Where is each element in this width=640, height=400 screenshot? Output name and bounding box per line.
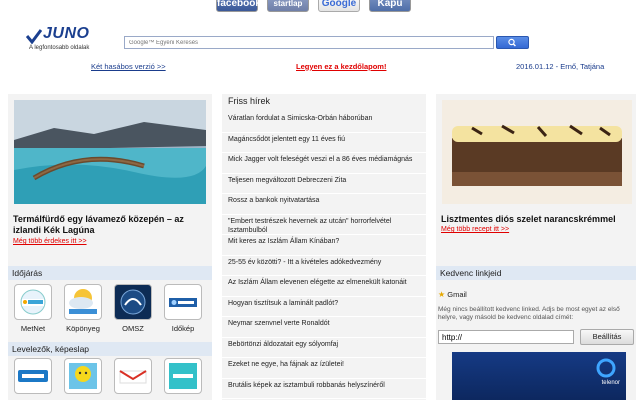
date-names-text: 2016.01.12 - Ernő, Tatjána bbox=[516, 62, 605, 71]
recipe-title[interactable]: Lisztmentes diós szelet narancskrémmel bbox=[441, 214, 633, 225]
recipe-more-link[interactable]: Még több recept itt >> bbox=[441, 226, 509, 233]
gmail-tile[interactable] bbox=[114, 358, 152, 394]
right-column: Lisztmentes diós szelet narancskrémmel M… bbox=[436, 94, 636, 400]
news-item[interactable]: Hogyan tisztítsuk a laminált padlót? bbox=[222, 297, 426, 317]
startlap-shortcut-button[interactable]: startlap bbox=[267, 0, 309, 12]
indamail-tile[interactable] bbox=[164, 358, 202, 394]
kapu-shortcut-button[interactable]: Kapu bbox=[369, 0, 411, 12]
left-column: Termálfürdő egy lávamező közepén – az iz… bbox=[8, 94, 212, 400]
weather-tiles: MetNet Köpönyeg OMSZ Időkép bbox=[12, 284, 208, 340]
news-item[interactable]: Bebörtönzi áldozatait egy sólyomfaj bbox=[222, 338, 426, 358]
kopenyeg-logo-icon bbox=[69, 289, 97, 314]
gmail-logo-icon bbox=[119, 370, 147, 384]
mail-character-tile[interactable] bbox=[64, 358, 102, 394]
feature-title[interactable]: Termálfürdő egy lávamező közepén – az iz… bbox=[13, 214, 209, 236]
metnet-label: MetNet bbox=[20, 324, 46, 333]
facebook-shortcut-button[interactable]: facebook bbox=[216, 0, 261, 12]
logo-tagline: A legfontosabb oldalak bbox=[29, 45, 90, 51]
news-header: Friss hírek bbox=[228, 96, 271, 106]
idokep-logo-icon bbox=[169, 298, 197, 307]
previous-version-link[interactable]: Két hasábos verzió >> bbox=[91, 62, 166, 71]
blue-lagoon-image[interactable] bbox=[14, 100, 206, 204]
kopenyeg-tile[interactable] bbox=[64, 284, 102, 320]
news-item[interactable]: Brutális képek az isztambuli robbanás he… bbox=[222, 379, 426, 399]
shortcut-bar: facebook startlap Google Kapu bbox=[0, 0, 640, 14]
news-list: Váratlan fordulat a Simicska-Orbán hábor… bbox=[222, 112, 426, 399]
news-item[interactable]: Mick Jagger volt feleségét veszi el a 86… bbox=[222, 153, 426, 174]
gmail-favorite[interactable]: ★ Gmail bbox=[438, 290, 467, 299]
freemail-tile[interactable] bbox=[14, 358, 52, 394]
metnet-tile[interactable] bbox=[14, 284, 52, 320]
mail-section-header: Levelezők, képeslap bbox=[8, 342, 212, 356]
gmail-favorite-label: Gmail bbox=[447, 290, 467, 299]
mail-character-icon bbox=[69, 363, 97, 389]
walnut-cake-image[interactable] bbox=[442, 100, 632, 204]
favorite-info-text: Még nincs beállított kedvenc linked. Adj… bbox=[438, 306, 620, 321]
star-icon: ★ bbox=[438, 290, 446, 299]
omsz-label: OMSZ bbox=[122, 324, 144, 333]
link-row: Két hasábos verzió >> Legyen ez a kezdől… bbox=[0, 62, 640, 74]
telenor-logo-icon bbox=[596, 358, 616, 378]
make-homepage-link[interactable]: Legyen ez a kezdőlapom! bbox=[296, 62, 386, 71]
news-item[interactable]: Váratlan fordulat a Simicska-Orbán hábor… bbox=[222, 112, 426, 133]
indamail-logo-icon bbox=[169, 363, 197, 389]
checkmark-logo-icon bbox=[26, 29, 42, 44]
site-logo[interactable]: JUNO A legfontosabb oldalak bbox=[26, 25, 136, 56]
kopenyeg-label: Köpönyeg bbox=[66, 324, 100, 333]
news-item[interactable]: Neymar szenvnel verte Ronaldót bbox=[222, 317, 426, 338]
logo-text: JUNO bbox=[43, 25, 90, 42]
news-item[interactable]: Rossz a bankok nyitvatartása bbox=[222, 194, 426, 215]
idokep-label: Időkép bbox=[171, 324, 195, 333]
omsz-tile[interactable] bbox=[114, 284, 152, 320]
mail-tiles bbox=[12, 358, 208, 400]
omsz-logo-icon bbox=[120, 289, 146, 315]
news-item[interactable]: Teljesen megváltozott Debreczeni Zita bbox=[222, 174, 426, 194]
search-input[interactable] bbox=[124, 36, 494, 49]
metnet-logo-icon bbox=[20, 289, 46, 315]
search-icon bbox=[508, 38, 516, 47]
news-item[interactable]: 25-55 év közötti? - Itt a kivételes adók… bbox=[222, 256, 426, 276]
google-shortcut-button[interactable]: Google bbox=[318, 0, 360, 12]
news-item[interactable]: Mit keres az Iszlám Állam Kínában? bbox=[222, 235, 426, 256]
favorite-links-header: Kedvenc linkjeid bbox=[436, 266, 636, 280]
feature-more-link[interactable]: Még több érdekes itt >> bbox=[13, 238, 87, 245]
news-column: Friss hírek Váratlan fordulat a Simicska… bbox=[222, 94, 426, 400]
news-item[interactable]: Az Iszlám Állam elevenen elégette az elm… bbox=[222, 276, 426, 297]
weather-section-header: Időjárás bbox=[8, 266, 212, 280]
url-field[interactable] bbox=[438, 330, 574, 344]
idokep-tile[interactable] bbox=[164, 284, 202, 320]
set-button[interactable]: Beállítás bbox=[580, 329, 634, 345]
ad-brand: telenor bbox=[601, 380, 620, 386]
news-item[interactable]: Magáncsődöt jelentett egy 11 éves fiú bbox=[222, 133, 426, 153]
search-button[interactable] bbox=[496, 36, 529, 49]
telenor-ad[interactable]: telenor bbox=[452, 352, 626, 400]
freemail-logo-icon bbox=[18, 370, 48, 382]
news-item[interactable]: "Embert testrészek hevernek az utcán" ho… bbox=[222, 215, 426, 235]
news-item[interactable]: Ezeket ne egye, ha fájnak az ízületei! bbox=[222, 358, 426, 379]
search-bar bbox=[124, 36, 529, 49]
